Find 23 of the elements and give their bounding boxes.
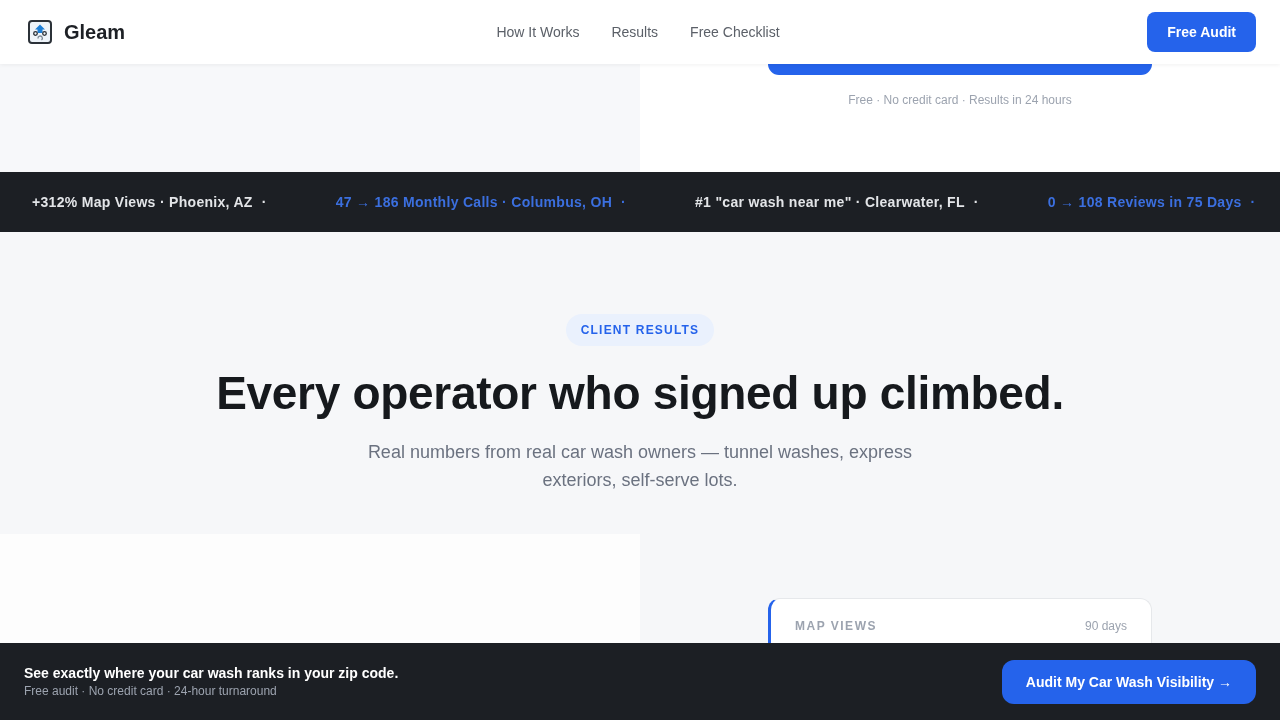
section-subtitle: Real numbers from real car wash owners — tunnel washes, express exteriors, self-serve lots. xyxy=(366,441,914,492)
card-label: MAP VIEWS xyxy=(795,618,877,634)
logo-icon[interactable] xyxy=(28,20,52,44)
audit-visibility-button[interactable]: Audit My Car Wash Visibility → xyxy=(1001,659,1256,704)
bar-details: Free audit · No credit card · 24-hour turnaround xyxy=(24,684,278,699)
ticker-separator: · xyxy=(1250,194,1256,210)
ticker-text: +312% Map Views · Phoenix, AZ xyxy=(32,194,253,210)
nav-link[interactable]: How It Works xyxy=(496,24,580,40)
nav-link[interactable]: Results xyxy=(611,24,659,40)
nav-link[interactable]: Free Checklist xyxy=(690,24,780,40)
free-audit-button[interactable]: Free Audit xyxy=(1147,12,1256,52)
section-eyebrow: CLIENT RESULTS xyxy=(565,314,715,346)
ticker-text: 0 → 108 Reviews in 75 Days xyxy=(1047,194,1242,210)
ticker-separator: · xyxy=(261,194,267,210)
brand-name[interactable]: Gleam xyxy=(64,20,126,44)
hero-note: Free · No credit card · Results in 24 hours xyxy=(848,92,1072,108)
bar-headline: See exactly where your car wash ranks in your zip code. xyxy=(24,664,399,682)
ticker-separator: · xyxy=(973,194,979,210)
section-title: Every operator who signed up climbed. xyxy=(216,366,1064,420)
card-period: 90 days xyxy=(1084,618,1127,634)
ticker-text: 47 → 186 Monthly Calls · Columbus, OH xyxy=(335,194,613,210)
ticker-separator: · xyxy=(621,194,627,210)
ticker-text: #1 "car wash near me" · Clearwater, FL xyxy=(695,194,965,210)
